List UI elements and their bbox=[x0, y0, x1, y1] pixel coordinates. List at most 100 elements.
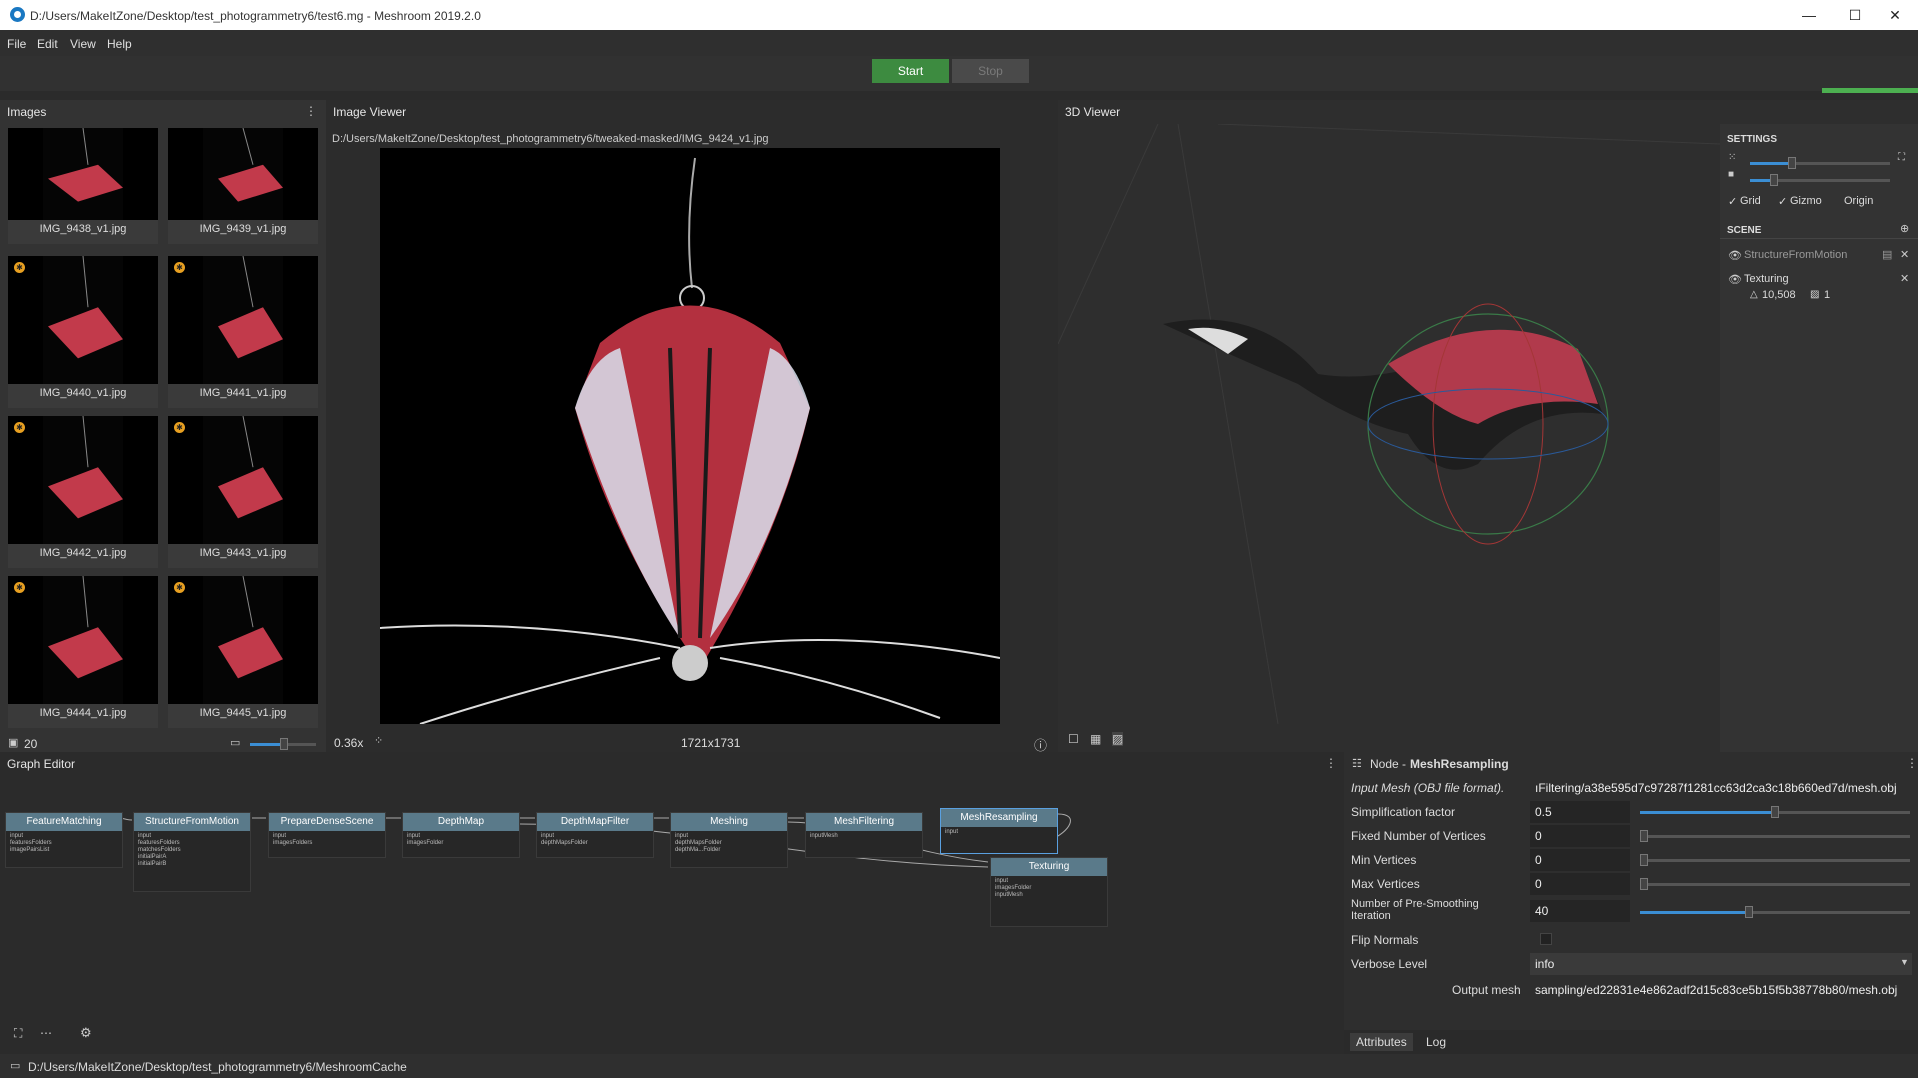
menu-edit[interactable]: Edit bbox=[37, 37, 58, 51]
graph-node[interactable]: MeshResampling input bbox=[940, 808, 1058, 854]
graph-node[interactable]: PrepareDenseScene input imagesFolders bbox=[268, 812, 386, 858]
image-thumbnail[interactable]: IMG_9445_v1.jpg ✱ bbox=[168, 576, 318, 728]
scene-title: SCENE bbox=[1727, 225, 1762, 236]
scene-item-sfm[interactable]: StructureFromMotion bbox=[1744, 249, 1847, 261]
status-bar: ▭ D:/Users/MakeItZone/Desktop/test_photo… bbox=[0, 1054, 1918, 1078]
attribute-name: Min Vertices bbox=[1351, 853, 1417, 867]
image-viewer-title: Image Viewer bbox=[333, 105, 407, 119]
visibility-eye-icon[interactable]: 👁 bbox=[1728, 273, 1742, 286]
graph-node[interactable]: Texturing input imagesFolder inputMesh bbox=[990, 857, 1108, 927]
close-window-button[interactable]: ✕ bbox=[1872, 0, 1918, 30]
image-thumbnail[interactable]: IMG_9438_v1.jpg bbox=[8, 128, 158, 244]
points-toggle-icon[interactable]: ⁘ bbox=[374, 734, 383, 747]
compute-toolbar: Start Stop bbox=[0, 56, 1918, 93]
remove-texturing-icon[interactable]: ✕ bbox=[1900, 272, 1909, 285]
layout-graph-icon[interactable]: ⋯ bbox=[40, 1026, 52, 1040]
minimize-button[interactable]: — bbox=[1786, 0, 1832, 30]
fit-graph-icon[interactable]: ⛶ bbox=[14, 1026, 22, 1041]
image-thumbnail[interactable]: IMG_9439_v1.jpg bbox=[168, 128, 318, 244]
scene-item-texturing[interactable]: Texturing bbox=[1744, 273, 1789, 285]
attribute-value-field[interactable]: 0 bbox=[1530, 873, 1630, 895]
attribute-slider[interactable] bbox=[1640, 906, 1910, 918]
attribute-row: Input Mesh (OBJ file format). ıFiltering/… bbox=[1344, 776, 1918, 800]
image-thumbnail[interactable]: IMG_9443_v1.jpg ✱ bbox=[168, 416, 318, 568]
thumbnail-image bbox=[8, 416, 158, 544]
attribute-value-field[interactable]: ıFiltering/a38e595d7c97287f1281cc63d2ca3… bbox=[1530, 777, 1912, 799]
intrinsics-warning-icon: ✱ bbox=[14, 422, 25, 433]
attribute-name: Number of Pre-Smoothing Iteration bbox=[1351, 898, 1479, 922]
grid-mode-icon[interactable]: ▦ bbox=[1090, 732, 1101, 746]
3d-scene-canvas[interactable] bbox=[1058, 124, 1720, 724]
menu-help[interactable]: Help bbox=[107, 37, 132, 51]
verbose-level-select[interactable]: info bbox=[1530, 953, 1912, 975]
attribute-row: Simplification factor 0.5 bbox=[1344, 800, 1918, 824]
fit-view-icon[interactable]: ⛶ bbox=[1898, 152, 1905, 163]
textured-mode-icon[interactable]: ▨ bbox=[1112, 732, 1124, 746]
origin-label[interactable]: Origin bbox=[1844, 195, 1873, 207]
camera-scale-slider[interactable] bbox=[1750, 174, 1890, 186]
graph-node-title: FeatureMatching bbox=[6, 813, 122, 831]
image-thumbnail[interactable]: IMG_9440_v1.jpg ✱ bbox=[8, 256, 158, 408]
intrinsics-warning-icon: ✱ bbox=[174, 262, 185, 273]
graph-node-title: DepthMapFilter bbox=[537, 813, 653, 831]
add-to-scene-icon[interactable]: ⊕ bbox=[1900, 222, 1909, 235]
graph-node[interactable]: Meshing input depthMapsFolder depthMa...F… bbox=[670, 812, 788, 868]
attribute-value-field[interactable]: sampling/ed22831e4e862adf2d15c83ce5b15f5… bbox=[1530, 979, 1912, 1001]
node-name: MeshResampling bbox=[1410, 757, 1509, 771]
compute-progress-bar bbox=[1822, 88, 1918, 93]
thumbnail-label: IMG_9440_v1.jpg bbox=[39, 387, 127, 399]
graph-options-icon[interactable]: ⋮ bbox=[1325, 756, 1337, 770]
3d-viewer-title: 3D Viewer bbox=[1065, 105, 1121, 119]
menu-file[interactable]: File bbox=[7, 37, 26, 51]
camera-scale-icon: ■ bbox=[1728, 169, 1735, 180]
visibility-eye-icon[interactable]: 👁 bbox=[1728, 249, 1742, 262]
start-button[interactable]: Start bbox=[872, 59, 949, 83]
thumbnail-size-slider[interactable] bbox=[250, 738, 316, 750]
attribute-slider[interactable] bbox=[1640, 830, 1910, 842]
attribute-value-field[interactable]: 0.5 bbox=[1530, 801, 1630, 823]
attribute-slider[interactable] bbox=[1640, 878, 1910, 890]
image-thumbnail[interactable]: IMG_9444_v1.jpg ✱ bbox=[8, 576, 158, 728]
graph-node[interactable]: DepthMap input imagesFolder bbox=[402, 812, 520, 858]
graph-node[interactable]: DepthMapFilter input depthMapsFolder bbox=[536, 812, 654, 858]
more-options-icon[interactable]: ⋮ bbox=[305, 104, 317, 118]
node-tabs: Attributes Log bbox=[1344, 1030, 1918, 1054]
attribute-row: Number of Pre-Smoothing Iteration 40 bbox=[1344, 896, 1918, 926]
remove-sfm-icon[interactable]: ✕ bbox=[1900, 248, 1909, 261]
attribute-value-field[interactable]: 0 bbox=[1530, 849, 1630, 871]
graph-settings-gear-icon[interactable]: ⚙ bbox=[80, 1025, 92, 1041]
graph-node[interactable]: MeshFiltering inputMesh bbox=[805, 812, 923, 858]
tab-log[interactable]: Log bbox=[1426, 1035, 1446, 1049]
graph-node[interactable]: FeatureMatching input featuresFolders ima… bbox=[5, 812, 123, 868]
flip-normals-checkbox[interactable] bbox=[1540, 933, 1552, 945]
attribute-value-field[interactable]: 40 bbox=[1530, 900, 1630, 922]
node-options-icon[interactable]: ⋮ bbox=[1906, 756, 1918, 770]
attribute-slider[interactable] bbox=[1640, 806, 1910, 818]
texture-icon: ▨ bbox=[1810, 289, 1820, 300]
thumbnail-image bbox=[8, 256, 158, 384]
stop-button[interactable]: Stop bbox=[952, 59, 1029, 83]
wireframe-mode-icon[interactable]: ☐ bbox=[1068, 732, 1079, 746]
point-size-slider[interactable] bbox=[1750, 157, 1890, 169]
graph-node-ports: input featuresFolders matchesFolders ini… bbox=[138, 833, 181, 867]
thumbnail-image bbox=[8, 128, 158, 220]
attribute-slider[interactable] bbox=[1640, 854, 1910, 866]
graph-node-ports: input featuresFolders imagePairsList bbox=[10, 833, 52, 853]
viewer-image-canvas[interactable] bbox=[379, 148, 1001, 725]
image-thumbnail[interactable]: IMG_9441_v1.jpg ✱ bbox=[168, 256, 318, 408]
media-library-icon[interactable]: ▤ bbox=[1882, 248, 1892, 261]
menu-view[interactable]: View bbox=[70, 37, 96, 51]
graph-editor-title: Graph Editor bbox=[7, 757, 76, 771]
image-thumbnail[interactable]: IMG_9442_v1.jpg ✱ bbox=[8, 416, 158, 568]
gizmo-checkbox[interactable]: ✓ bbox=[1778, 195, 1787, 208]
graph-node-title: StructureFromMotion bbox=[134, 813, 250, 831]
meshroom-app-icon bbox=[10, 7, 25, 22]
grid-checkbox[interactable]: ✓ bbox=[1728, 195, 1737, 208]
graph-node-title: Texturing bbox=[991, 858, 1107, 876]
graph-node[interactable]: StructureFromMotion input featuresFolders… bbox=[133, 812, 251, 892]
graph-node-ports: input depthMapsFolder bbox=[541, 833, 588, 846]
intrinsics-warning-icon: ✱ bbox=[14, 582, 25, 593]
attribute-name: Max Vertices bbox=[1351, 877, 1420, 891]
tab-attributes[interactable]: Attributes bbox=[1350, 1033, 1413, 1051]
attribute-value-field[interactable]: 0 bbox=[1530, 825, 1630, 847]
